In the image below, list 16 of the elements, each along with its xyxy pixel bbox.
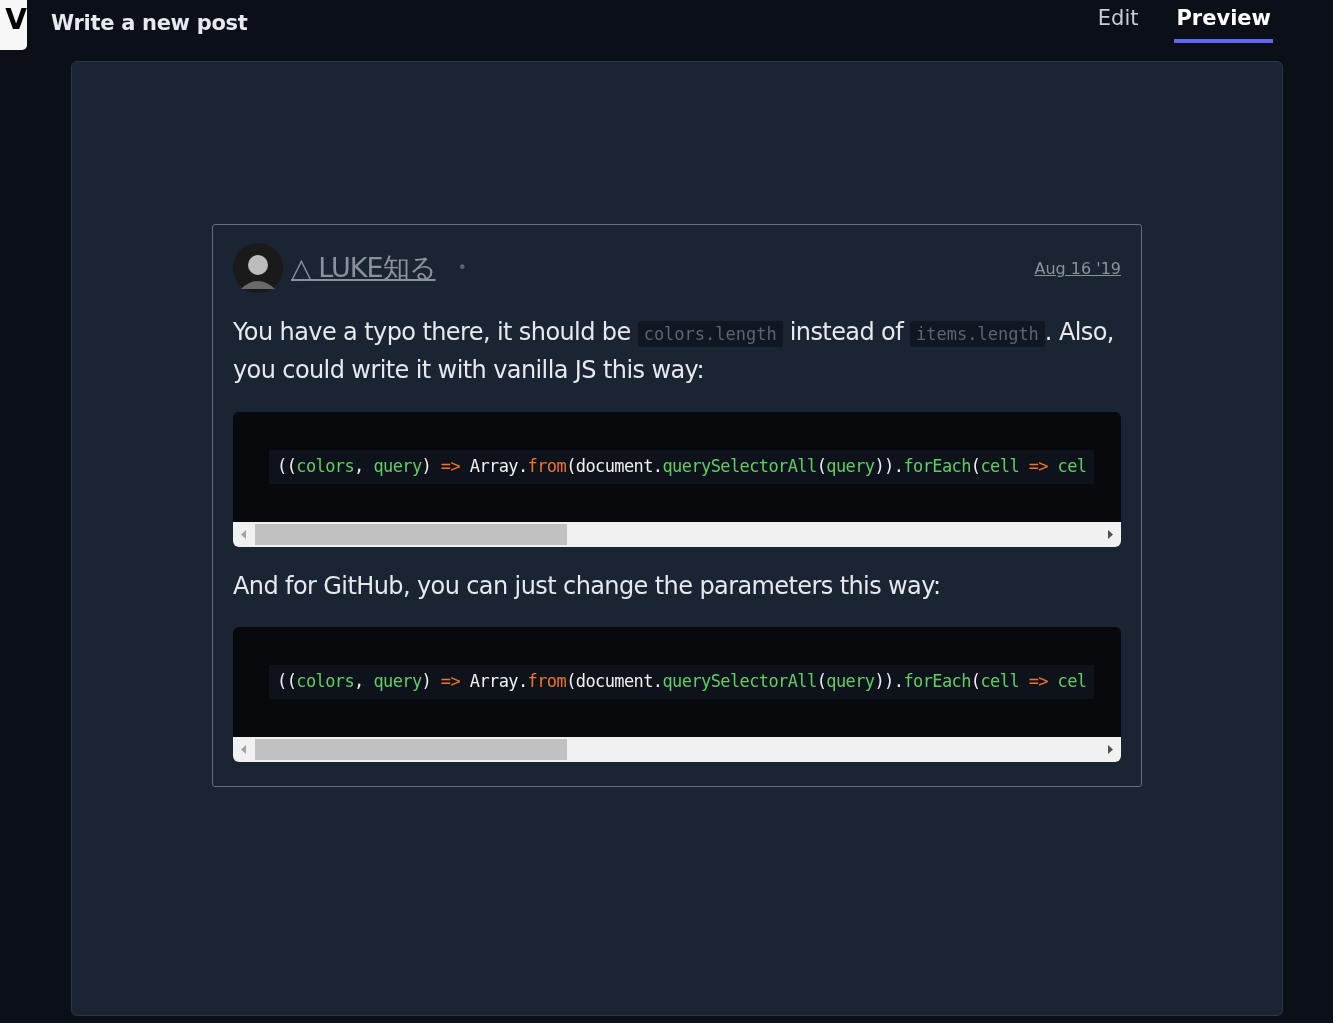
author-link[interactable]: △ LUKE知る — [291, 247, 436, 289]
scroll-thumb[interactable] — [255, 739, 567, 761]
date-link[interactable]: Aug 16 '19 — [1034, 257, 1121, 281]
avatar — [233, 243, 283, 293]
inline-code: items.length — [910, 321, 1045, 347]
scrollbar[interactable] — [233, 737, 1121, 763]
scrollbar[interactable] — [233, 521, 1121, 547]
separator-dot: • — [457, 257, 467, 279]
page-title: Write a new post — [51, 10, 248, 37]
inline-code: colors.length — [637, 321, 783, 347]
logo[interactable]: V — [0, 0, 27, 50]
tab[interactable]: Preview — [1174, 0, 1273, 44]
comment-text: And for GitHub, you can just change the parameters this way: — [233, 570, 942, 602]
comment-text: You have a typo there, it should be colors.length instead of items.length . Also, you could write it with vanilla JS this way: — [233, 317, 1115, 387]
scroll-thumb[interactable] — [255, 523, 567, 545]
tab[interactable]: Edit — [1095, 0, 1141, 44]
